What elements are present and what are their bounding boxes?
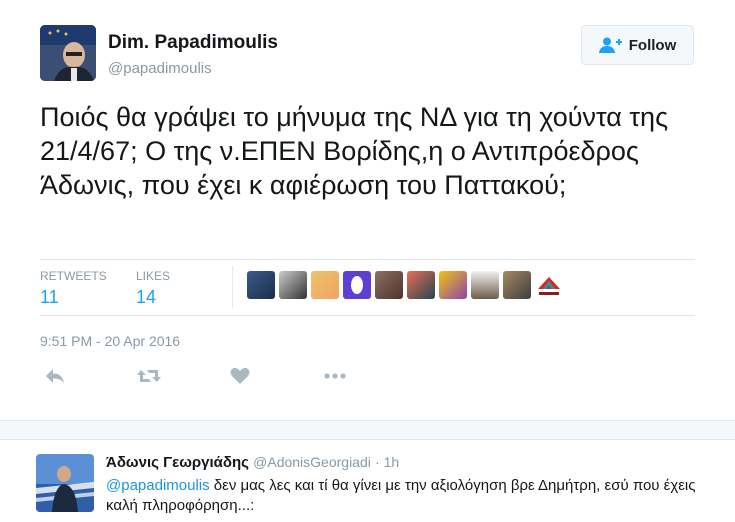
retweet-button[interactable] <box>136 366 162 391</box>
more-icon <box>324 373 346 379</box>
author-avatar[interactable] <box>40 25 96 81</box>
reply-text: @papadimoulis δεν μας λες και τί θα γίνε… <box>106 476 706 516</box>
liker-avatar[interactable] <box>247 271 275 299</box>
reply-author-name[interactable]: Άδωνις Γεωργιάδης <box>106 454 249 471</box>
liker-avatar[interactable] <box>279 271 307 299</box>
more-button[interactable] <box>323 369 347 387</box>
likes-stat[interactable]: LIKES 14 <box>136 269 170 308</box>
liker-avatar[interactable] <box>471 271 499 299</box>
like-button[interactable] <box>230 366 250 391</box>
liker-avatars <box>247 271 563 299</box>
reply-button[interactable] <box>44 366 66 391</box>
reply-author-handle[interactable]: @AdonisGeorgiadi <box>253 454 371 470</box>
retweets-stat[interactable]: RETWEETS 11 <box>40 269 107 308</box>
follow-button[interactable]: Follow <box>581 25 694 65</box>
liker-avatar[interactable] <box>439 271 467 299</box>
reply-author-avatar[interactable] <box>36 454 94 512</box>
tweet-timestamp[interactable]: 9:51 PM - 20 Apr 2016 <box>40 333 180 349</box>
retweet-icon <box>137 370 161 382</box>
author-handle[interactable]: @papadimoulis <box>108 60 212 77</box>
retweets-label: RETWEETS <box>40 269 107 283</box>
follow-label: Follow <box>628 36 677 54</box>
liker-avatar[interactable] <box>407 271 435 299</box>
liker-avatar[interactable] <box>343 271 371 299</box>
likes-count: 14 <box>136 287 157 307</box>
reply-time[interactable]: · 1h <box>375 454 399 470</box>
retweets-count: 11 <box>40 287 59 307</box>
reply-author[interactable]: Άδωνις Γεωργιάδης @AdonisGeorgiadi · 1h <box>106 454 399 471</box>
conversation-separator <box>0 420 735 440</box>
stats-divider <box>232 266 233 308</box>
liker-avatar[interactable] <box>503 271 531 299</box>
tweet-card: Dim. Papadimoulis @papadimoulis Follow Π… <box>0 0 735 420</box>
liker-avatar[interactable] <box>375 271 403 299</box>
author-name[interactable]: Dim. Papadimoulis <box>108 32 278 54</box>
likes-label: LIKES <box>136 269 171 283</box>
tweet-stats: RETWEETS 11 LIKES 14 <box>40 259 695 316</box>
reply-mention-link[interactable]: @papadimoulis <box>106 477 210 494</box>
add-user-icon <box>598 37 622 53</box>
liker-avatar[interactable] <box>311 271 339 299</box>
reply-tweet[interactable]: Άδωνις Γεωργιάδης @AdonisGeorgiadi · 1h … <box>0 440 735 522</box>
tweet-text: Ποιός θα γράψει το μήνυμα της ΝΔ για τη … <box>40 102 669 200</box>
reply-icon <box>46 369 64 383</box>
like-icon <box>230 367 250 384</box>
syriza-logo-avatar[interactable] <box>535 271 563 299</box>
